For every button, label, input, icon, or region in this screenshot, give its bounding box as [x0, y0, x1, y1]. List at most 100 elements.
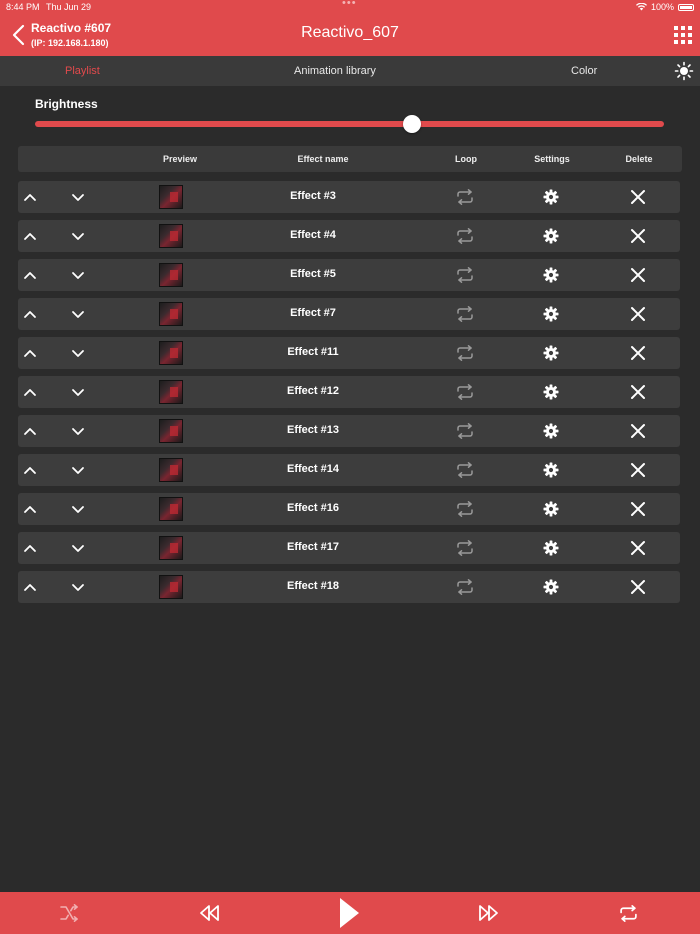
effect-name: Effect #4	[290, 229, 336, 241]
effect-preview-thumbnail[interactable]	[159, 380, 183, 404]
close-icon[interactable]	[630, 384, 646, 400]
chevron-down-icon[interactable]	[71, 190, 85, 204]
chevron-up-icon[interactable]	[23, 268, 37, 282]
multitask-dots: •••	[342, 0, 357, 9]
sun-icon[interactable]	[674, 61, 694, 81]
playlist-row: Effect #7	[18, 298, 680, 330]
close-icon[interactable]	[630, 267, 646, 283]
chevron-down-icon[interactable]	[71, 307, 85, 321]
effect-name: Effect #5	[290, 268, 336, 280]
chevron-down-icon[interactable]	[71, 229, 85, 243]
chevron-down-icon[interactable]	[71, 502, 85, 516]
gear-icon[interactable]	[543, 423, 559, 439]
repeat-icon[interactable]	[456, 579, 474, 595]
close-icon[interactable]	[630, 189, 646, 205]
effect-preview-thumbnail[interactable]	[159, 185, 183, 209]
repeat-icon[interactable]	[456, 501, 474, 517]
playlist-row: Effect #16	[18, 493, 680, 525]
close-icon[interactable]	[630, 423, 646, 439]
page-title: Reactivo_607	[301, 24, 399, 41]
chevron-down-icon[interactable]	[71, 424, 85, 438]
chevron-up-icon[interactable]	[23, 541, 37, 555]
chevron-up-icon[interactable]	[23, 580, 37, 594]
gear-icon[interactable]	[543, 306, 559, 322]
effect-preview-thumbnail[interactable]	[159, 341, 183, 365]
playlist-table-header: Preview Effect name Loop Settings Delete	[18, 146, 682, 172]
gear-icon[interactable]	[543, 384, 559, 400]
chevron-up-icon[interactable]	[23, 229, 37, 243]
chevron-down-icon[interactable]	[71, 385, 85, 399]
playlist-row: Effect #17	[18, 532, 680, 564]
chevron-up-icon[interactable]	[23, 463, 37, 477]
close-icon[interactable]	[630, 228, 646, 244]
playlist-row: Effect #12	[18, 376, 680, 408]
effect-name: Effect #12	[287, 385, 339, 397]
effect-preview-thumbnail[interactable]	[159, 419, 183, 443]
chevron-up-icon[interactable]	[23, 190, 37, 204]
effect-name: Effect #3	[290, 190, 336, 202]
nav-header: Reactivo #607 (IP: 192.168.1.180) Reacti…	[0, 14, 700, 56]
repeat-icon[interactable]	[456, 462, 474, 478]
effect-preview-thumbnail[interactable]	[159, 575, 183, 599]
gear-icon[interactable]	[543, 579, 559, 595]
gear-icon[interactable]	[543, 345, 559, 361]
chevron-down-icon[interactable]	[71, 268, 85, 282]
fast-forward-icon[interactable]	[477, 904, 499, 922]
chevron-up-icon[interactable]	[23, 346, 37, 360]
playlist-row: Effect #3	[18, 181, 680, 213]
close-icon[interactable]	[630, 501, 646, 517]
repeat-icon[interactable]	[456, 306, 474, 322]
col-delete: Delete	[625, 154, 653, 164]
effect-name: Effect #7	[290, 307, 336, 319]
status-time: 8:44 PM	[6, 2, 40, 12]
brightness-slider[interactable]	[35, 115, 664, 133]
play-icon[interactable]	[337, 896, 361, 930]
repeat-icon[interactable]	[456, 267, 474, 283]
effect-preview-thumbnail[interactable]	[159, 263, 183, 287]
close-icon[interactable]	[630, 306, 646, 322]
close-icon[interactable]	[630, 462, 646, 478]
repeat-icon[interactable]	[456, 540, 474, 556]
tab-bar: Playlist Animation library Color	[0, 56, 700, 86]
gear-icon[interactable]	[543, 540, 559, 556]
gear-icon[interactable]	[543, 228, 559, 244]
chevron-down-icon[interactable]	[71, 580, 85, 594]
chevron-up-icon[interactable]	[23, 502, 37, 516]
close-icon[interactable]	[630, 345, 646, 361]
chevron-up-icon[interactable]	[23, 424, 37, 438]
apps-grid-icon[interactable]	[674, 26, 692, 44]
status-right: 100%	[635, 2, 694, 12]
repeat-icon[interactable]	[456, 189, 474, 205]
effect-name: Effect #11	[287, 346, 339, 358]
repeat-all-icon[interactable]	[619, 905, 638, 922]
gear-icon[interactable]	[543, 267, 559, 283]
chevron-down-icon[interactable]	[71, 346, 85, 360]
effect-name: Effect #16	[287, 502, 339, 514]
effect-preview-thumbnail[interactable]	[159, 536, 183, 560]
gear-icon[interactable]	[543, 189, 559, 205]
chevron-up-icon[interactable]	[23, 385, 37, 399]
tab-color[interactable]: Color	[571, 65, 597, 77]
effect-preview-thumbnail[interactable]	[159, 497, 183, 521]
chevron-down-icon[interactable]	[71, 541, 85, 555]
close-icon[interactable]	[630, 540, 646, 556]
gear-icon[interactable]	[543, 462, 559, 478]
shuffle-icon[interactable]	[60, 904, 79, 922]
battery-icon	[678, 3, 694, 11]
effect-preview-thumbnail[interactable]	[159, 224, 183, 248]
repeat-icon[interactable]	[456, 423, 474, 439]
chevron-down-icon[interactable]	[71, 463, 85, 477]
effect-preview-thumbnail[interactable]	[159, 302, 183, 326]
tab-playlist[interactable]: Playlist	[65, 65, 100, 77]
playlist-row: Effect #14	[18, 454, 680, 486]
repeat-icon[interactable]	[456, 384, 474, 400]
rewind-icon[interactable]	[199, 904, 221, 922]
close-icon[interactable]	[630, 579, 646, 595]
brightness-slider-thumb[interactable]	[403, 115, 422, 133]
gear-icon[interactable]	[543, 501, 559, 517]
tab-animation-library[interactable]: Animation library	[294, 65, 376, 77]
effect-preview-thumbnail[interactable]	[159, 458, 183, 482]
chevron-up-icon[interactable]	[23, 307, 37, 321]
repeat-icon[interactable]	[456, 228, 474, 244]
repeat-icon[interactable]	[456, 345, 474, 361]
